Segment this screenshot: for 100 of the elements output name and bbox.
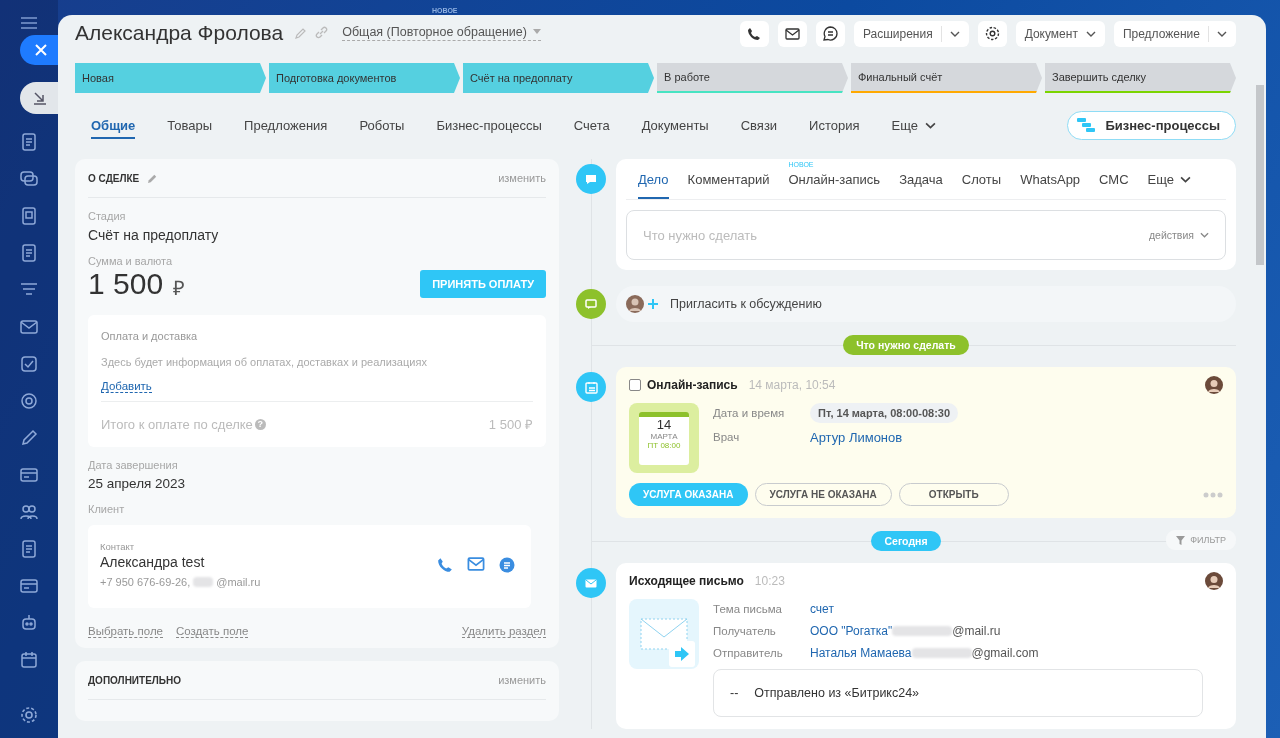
payment-title: Оплата и доставка xyxy=(101,330,199,342)
field-link[interactable]: Создать поле xyxy=(176,625,249,638)
day-number: 14 xyxy=(656,417,672,432)
settings-button[interactable] xyxy=(977,20,1007,47)
chevron-icon xyxy=(1200,232,1209,238)
arrow-icon xyxy=(33,91,47,105)
gear-icon[interactable] xyxy=(20,706,38,724)
stage-step[interactable]: Счёт на предоплату xyxy=(463,63,654,93)
split-button[interactable]: Предложение xyxy=(1113,20,1236,47)
checkbox-icon[interactable] xyxy=(20,355,38,373)
checkbox[interactable] xyxy=(629,379,641,391)
redaction-blur xyxy=(892,626,953,636)
email-address: @mail.ru xyxy=(952,624,1001,638)
add-link[interactable]: Добавить xyxy=(101,380,152,393)
menu-icon[interactable] xyxy=(21,17,37,29)
total-amount: 1 500 ₽ xyxy=(488,416,533,433)
payment-hint: Здесь будет информация об оплатах, доставках и реализациях xyxy=(101,356,428,368)
document-dropdown[interactable]: Документ xyxy=(1015,20,1105,47)
field-link[interactable]: Выбрать поле xyxy=(88,625,163,638)
date-chip: Пт, 14 марта, 08:00-08:30 xyxy=(810,403,959,423)
tab[interactable]: Еще xyxy=(875,111,952,139)
contact-link[interactable]: Наталья Мамаева xyxy=(810,646,912,660)
field-value: 25 апреля 2023 xyxy=(88,476,187,491)
tab[interactable]: Роботы xyxy=(343,111,421,139)
stage-step[interactable]: В работе xyxy=(657,63,848,93)
category-dropdown[interactable]: Общая (Повторное обращение) xyxy=(342,24,541,41)
tab[interactable]: Бизнес-процессы xyxy=(420,111,558,139)
box-icon[interactable] xyxy=(20,207,38,225)
mail-button[interactable] xyxy=(777,20,807,47)
redaction-blur xyxy=(193,577,214,587)
chat-button[interactable] xyxy=(815,20,845,47)
collapse-button[interactable] xyxy=(20,82,58,114)
comment-icon xyxy=(576,164,606,194)
blocks-icon xyxy=(1076,117,1097,133)
field-value: Счёт на предоплату xyxy=(88,227,220,243)
envelope-icon xyxy=(576,568,606,598)
composer-tab[interactable]: Задача xyxy=(899,159,943,199)
todo-divider: Что нужно сделать xyxy=(843,335,969,355)
actions-dropdown[interactable]: действия xyxy=(1148,229,1209,241)
chat-icon[interactable] xyxy=(20,170,38,188)
stage-step[interactable]: Завершить сделку xyxy=(1045,63,1236,93)
contact-name[interactable]: Александра test xyxy=(100,554,437,570)
tab[interactable]: Предложения xyxy=(228,111,344,139)
composer-tab[interactable]: Комментарий xyxy=(687,159,770,199)
card-icon[interactable] xyxy=(20,577,38,595)
composer-tab[interactable]: Дело xyxy=(638,159,669,199)
chevron-icon xyxy=(949,30,960,37)
invite-bar[interactable]: Пригласить к обсуждению xyxy=(616,286,1236,322)
delete-section-link[interactable]: Удалить раздел xyxy=(461,625,546,638)
activity-title: Исходящее письмо xyxy=(629,574,744,588)
stage-step[interactable]: Подготовка документов xyxy=(269,63,460,93)
composer-tab[interactable]: WhatsApp xyxy=(1020,159,1081,199)
document-icon[interactable] xyxy=(20,540,38,558)
pen-icon[interactable] xyxy=(20,429,38,447)
stage-step[interactable]: Финальный счёт xyxy=(851,63,1042,93)
amount: 1 500 xyxy=(88,267,164,301)
close-button[interactable] xyxy=(20,35,58,65)
tab[interactable]: Связи xyxy=(724,111,794,139)
avatar-icon[interactable] xyxy=(1205,376,1223,394)
tab[interactable]: Общие xyxy=(91,111,136,139)
total-label: Итого к оплате по сделке xyxy=(101,416,253,432)
chevron-icon xyxy=(1217,30,1227,37)
robot-icon[interactable] xyxy=(20,614,38,632)
document-icon[interactable] xyxy=(20,133,38,151)
composer-tab[interactable]: Еще xyxy=(1147,159,1192,199)
contact-link[interactable]: ООО "Рогатка" xyxy=(810,624,893,638)
stage-step[interactable]: Новая xyxy=(75,63,266,93)
calendar-icon[interactable] xyxy=(20,651,38,669)
document-icon[interactable] xyxy=(20,244,38,262)
contact-phone: +7 950 676-69-26, xyxy=(100,576,191,588)
today-divider: Сегодня xyxy=(871,531,941,551)
business-process-button[interactable]: Бизнес-процессы xyxy=(1067,110,1236,140)
todo-field[interactable]: Что нужно сделать действия xyxy=(626,210,1226,260)
avatar-icon xyxy=(626,295,644,313)
scrollbar[interactable] xyxy=(1256,85,1264,265)
weekday-time: ПТ 08:00 xyxy=(647,440,681,450)
field-label: Тема письма xyxy=(713,603,783,615)
chevron-icon xyxy=(1085,30,1096,37)
people-icon[interactable] xyxy=(20,503,38,521)
phone-icon[interactable] xyxy=(437,556,453,573)
caret-icon xyxy=(532,29,541,34)
composer-tab[interactable]: СМС xyxy=(1099,159,1129,199)
phone-button[interactable] xyxy=(739,20,769,47)
composer-tab[interactable]: Слоты xyxy=(961,159,1002,199)
tab[interactable]: Счета xyxy=(557,111,626,139)
target-icon[interactable] xyxy=(20,392,38,410)
tab[interactable]: Товары xyxy=(151,111,229,139)
tab[interactable]: Документы xyxy=(625,111,725,139)
chevron-icon xyxy=(925,121,936,129)
avatar-icon[interactable] xyxy=(1205,572,1223,590)
phone-icon xyxy=(747,26,762,41)
split-button[interactable]: Расширения xyxy=(853,20,969,47)
chat-icon[interactable] xyxy=(499,556,515,573)
tab[interactable]: История xyxy=(793,111,876,139)
contact-email: @mail.ru xyxy=(216,576,261,588)
envelope-icon[interactable] xyxy=(20,318,38,336)
doctor-link[interactable]: Артур Лимонов xyxy=(810,429,903,445)
contact-link[interactable]: счет xyxy=(810,602,834,616)
card-icon[interactable] xyxy=(20,466,38,484)
envelope-icon[interactable] xyxy=(467,556,485,571)
